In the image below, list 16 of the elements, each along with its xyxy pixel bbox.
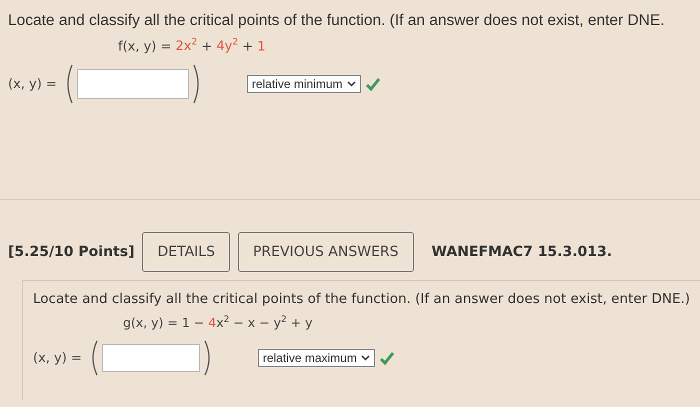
question-prompt: Locate and classify all the critical points of the function. (If an answer does not exist, enter DNE.) xyxy=(33,291,692,307)
function-formula: g(x, y) = 1 − 4x$^{2}$ − x − y$^{2}$ + y xyxy=(123,315,314,330)
previous-answers-button[interactable]: PREVIOUS ANSWERS xyxy=(238,232,414,272)
points-score: [5.25/10 Points] xyxy=(8,244,134,260)
answer-field[interactable] xyxy=(102,344,200,372)
chevron-icon xyxy=(360,355,370,362)
classification-dropdown[interactable]: relative minimum xyxy=(246,75,361,94)
function-formula: f(x, y) = 2x$^{2}$ + 4y$^{2}$ + 1 xyxy=(118,38,267,54)
answer-label: (x, y) = xyxy=(33,350,82,366)
details-button[interactable]: DETAILS xyxy=(142,232,230,272)
question-prompt: Locate and classify all the critical points of the function. (If an answer does not exist, enter DNE. xyxy=(8,12,666,30)
chevron-icon xyxy=(346,81,356,88)
problem-code: WANEFMAC7 15.3.013. xyxy=(432,244,612,260)
classification-dropdown[interactable]: relative maximum xyxy=(258,349,375,368)
answer-label: (x, y) = xyxy=(8,76,57,92)
answer-field[interactable] xyxy=(76,69,189,100)
